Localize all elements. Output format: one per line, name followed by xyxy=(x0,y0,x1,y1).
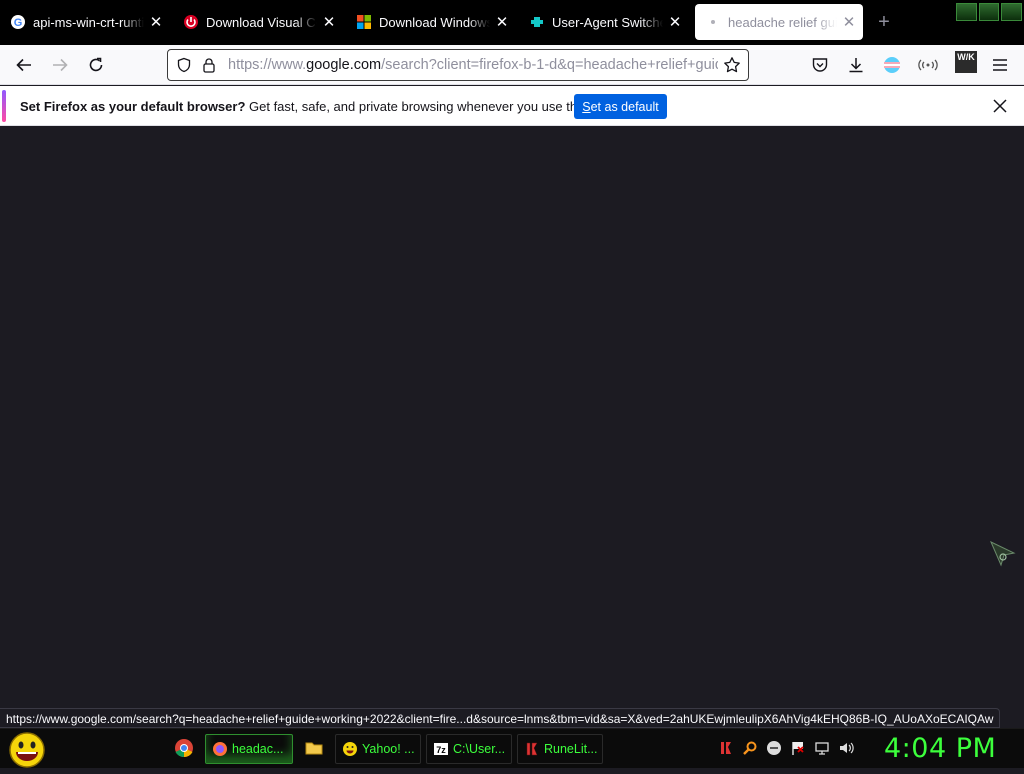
link-status-panel: https://www.google.com/search?q=headache… xyxy=(0,708,1001,728)
tab-title: Download Windows 1 xyxy=(379,14,490,30)
taskbar-button-yahoo[interactable]: Yahoo! ... xyxy=(335,734,421,764)
arrow-left-icon xyxy=(16,58,31,72)
tab-user-agent-switcher[interactable]: User-Agent Switcher - ✕ xyxy=(519,4,689,40)
runelite-tray-icon[interactable] xyxy=(718,740,734,756)
taskbar-button-label: Yahoo! ... xyxy=(362,742,415,756)
menu-button[interactable] xyxy=(988,53,1012,77)
taskbar-button-runelite[interactable]: RuneLit... xyxy=(517,734,603,764)
notification-text: Get fast, safe, and private browsing whe… xyxy=(245,99,616,114)
back-button[interactable] xyxy=(12,53,36,77)
search-tray-icon[interactable] xyxy=(742,740,758,756)
close-tab-icon[interactable]: ✕ xyxy=(841,14,857,31)
tab-strip: G api-ms-win-crt-runtime ✕ Download Visu… xyxy=(0,0,1024,45)
bookmark-star-icon[interactable] xyxy=(718,50,746,80)
tab-title: headache relief guide xyxy=(728,14,837,30)
button-label: et as default xyxy=(590,99,659,114)
close-tab-icon[interactable]: ✕ xyxy=(667,14,683,31)
arrow-right-icon xyxy=(53,58,68,72)
close-tab-icon[interactable]: ✕ xyxy=(148,14,164,31)
lock-icon[interactable] xyxy=(198,50,220,80)
tab-headache-relief[interactable]: headache relief guide ✕ xyxy=(695,4,863,40)
close-window-button[interactable] xyxy=(1001,3,1023,21)
yahoo-smiley-icon xyxy=(343,742,357,756)
tab-title: api-ms-win-crt-runtime xyxy=(33,14,144,30)
notification-accent xyxy=(2,90,6,122)
signal-waves-icon xyxy=(918,59,938,71)
taskbar-button-firefox[interactable]: headac... xyxy=(205,734,293,764)
taskbar-button-label: RuneLit... xyxy=(544,742,598,756)
google-icon: G xyxy=(10,14,26,30)
button-accel-key: S xyxy=(582,99,591,114)
system-tray xyxy=(718,740,854,756)
flag-extension-icon xyxy=(884,57,900,73)
close-tab-icon[interactable]: ✕ xyxy=(494,14,510,31)
close-tab-icon[interactable]: ✕ xyxy=(321,14,337,31)
taskbar-button-7zip[interactable]: 7z C:\User... xyxy=(426,734,512,764)
taskbar: headac... Yahoo! ... 7z C:\User... RuneL… xyxy=(0,728,1024,768)
smiley-start-icon xyxy=(9,732,45,768)
firefox-icon xyxy=(213,742,227,756)
forward-button[interactable] xyxy=(48,53,72,77)
network-icon[interactable] xyxy=(814,740,830,756)
extension-button[interactable] xyxy=(916,53,940,77)
minimize-button[interactable] xyxy=(956,3,977,21)
url-prefix: https://www. xyxy=(228,57,307,73)
notification-message: Set Firefox as your default browser? Get… xyxy=(20,99,615,114)
tab-title: User-Agent Switcher - xyxy=(552,14,663,30)
taskbar-button-label: headac... xyxy=(232,742,284,756)
puzzle-teal-icon xyxy=(529,14,545,30)
pocket-button[interactable] xyxy=(808,53,832,77)
hamburger-menu-icon xyxy=(993,59,1007,71)
close-notification-button[interactable] xyxy=(990,96,1010,116)
close-icon xyxy=(993,99,1007,113)
svg-text:7z: 7z xyxy=(436,745,446,755)
file-explorer-icon[interactable] xyxy=(304,738,324,758)
tab-title: Download Visual C++ xyxy=(206,14,317,30)
address-bar[interactable]: https://www.google.com/search?client=fir… xyxy=(167,49,749,81)
url-host: google.com xyxy=(306,57,382,73)
tab-download-visual-cpp[interactable]: Download Visual C++ ✕ xyxy=(173,4,343,40)
reload-button[interactable] xyxy=(84,53,108,77)
tab-download-windows[interactable]: Download Windows 1 ✕ xyxy=(346,4,516,40)
window-controls xyxy=(956,3,1023,21)
windows-logo-icon xyxy=(356,14,372,30)
volume-icon[interactable] xyxy=(838,740,854,756)
taskbar-button-label: C:\User... xyxy=(453,742,506,756)
start-button[interactable] xyxy=(6,731,48,769)
pocket-icon xyxy=(812,58,828,72)
action-center-flag-icon[interactable] xyxy=(790,740,806,756)
extension-flag-button[interactable] xyxy=(880,53,904,77)
mouse-cursor-icon xyxy=(988,539,1016,569)
shield-icon[interactable] xyxy=(170,50,198,80)
maximize-button[interactable] xyxy=(978,3,1000,21)
set-as-default-button[interactable]: Set as default xyxy=(574,94,667,119)
wk-badge-text: W/K xyxy=(957,52,975,62)
page-content[interactable] xyxy=(0,127,1024,707)
url-text[interactable]: https://www.google.com/search?client=fir… xyxy=(228,57,718,73)
7zip-icon: 7z xyxy=(434,743,448,755)
reload-icon xyxy=(89,57,103,72)
default-browser-notification: Set Firefox as your default browser? Get… xyxy=(0,86,1024,126)
wk-extension-icon[interactable]: W/K xyxy=(955,51,977,73)
messenger-tray-icon[interactable] xyxy=(766,740,782,756)
download-icon xyxy=(849,58,863,73)
power-red-icon xyxy=(183,14,199,30)
taskbar-clock[interactable]: 4:04 PM xyxy=(884,733,996,764)
chrome-icon[interactable] xyxy=(174,738,194,758)
loading-dot-icon xyxy=(705,14,721,30)
downloads-button[interactable] xyxy=(844,53,868,77)
runelite-icon xyxy=(526,742,538,756)
notification-bold-text: Set Firefox as your default browser? xyxy=(20,99,246,114)
svg-text:G: G xyxy=(14,17,23,29)
new-tab-button[interactable]: + xyxy=(874,12,894,32)
url-path: /search?client=firefox-b-1-d&q=headache+… xyxy=(381,57,718,73)
tab-api-ms-win[interactable]: G api-ms-win-crt-runtime ✕ xyxy=(0,4,170,40)
navigation-toolbar: https://www.google.com/search?client=fir… xyxy=(0,45,1024,85)
